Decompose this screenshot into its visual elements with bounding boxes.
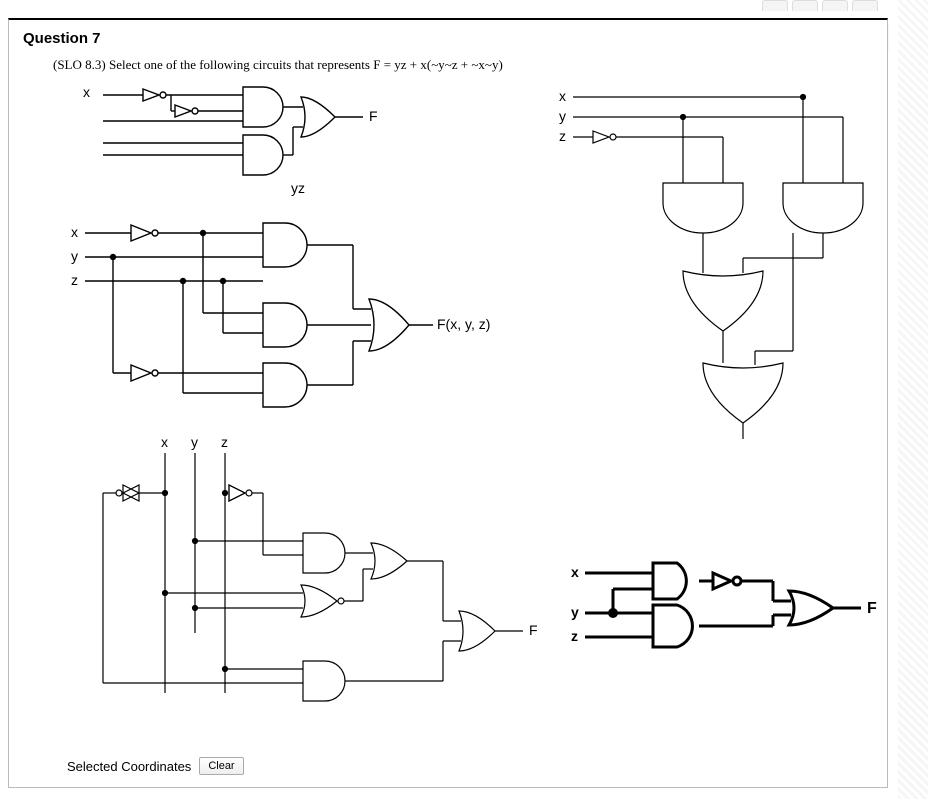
svg-text:z: z xyxy=(221,434,228,450)
svg-text:z: z xyxy=(559,128,566,144)
circuit-option-5[interactable]: x y z xyxy=(553,553,883,663)
question-prompt: (SLO 8.3) Select one of the following ci… xyxy=(53,57,873,73)
mid-yz-label: yz xyxy=(291,180,305,196)
circuit-option-3[interactable]: x y z xyxy=(543,83,873,443)
svg-text:y: y xyxy=(191,434,198,450)
circuit-option-1[interactable]: x xyxy=(63,83,393,203)
svg-text:y: y xyxy=(71,248,78,264)
svg-text:F(x, y, z): F(x, y, z) xyxy=(437,316,490,332)
input-x-label: x xyxy=(83,84,90,100)
svg-text:z: z xyxy=(71,272,78,288)
svg-text:y: y xyxy=(559,108,566,124)
svg-text:F: F xyxy=(529,622,538,638)
svg-text:z: z xyxy=(571,628,578,644)
clear-button[interactable]: Clear xyxy=(199,757,243,775)
circuit-option-4[interactable]: x y z xyxy=(83,433,553,723)
footer-row: Selected Coordinates Clear xyxy=(67,757,244,775)
svg-text:x: x xyxy=(161,434,168,450)
svg-text:y: y xyxy=(571,604,579,620)
circuit-option-2[interactable]: x y z xyxy=(53,213,493,423)
question-number: Question 7 xyxy=(23,30,873,47)
tab-stubs xyxy=(762,0,878,11)
circuits-area[interactable]: x xyxy=(23,83,873,743)
question-panel: Question 7 (SLO 8.3) Select one of the f… xyxy=(8,18,888,788)
selected-coordinates-label: Selected Coordinates xyxy=(67,759,191,774)
output-f-label: F xyxy=(369,108,378,124)
svg-text:x: x xyxy=(71,224,78,240)
svg-text:x: x xyxy=(559,88,566,104)
svg-text:F: F xyxy=(867,600,877,617)
svg-text:x: x xyxy=(571,564,579,580)
right-texture xyxy=(898,0,928,799)
